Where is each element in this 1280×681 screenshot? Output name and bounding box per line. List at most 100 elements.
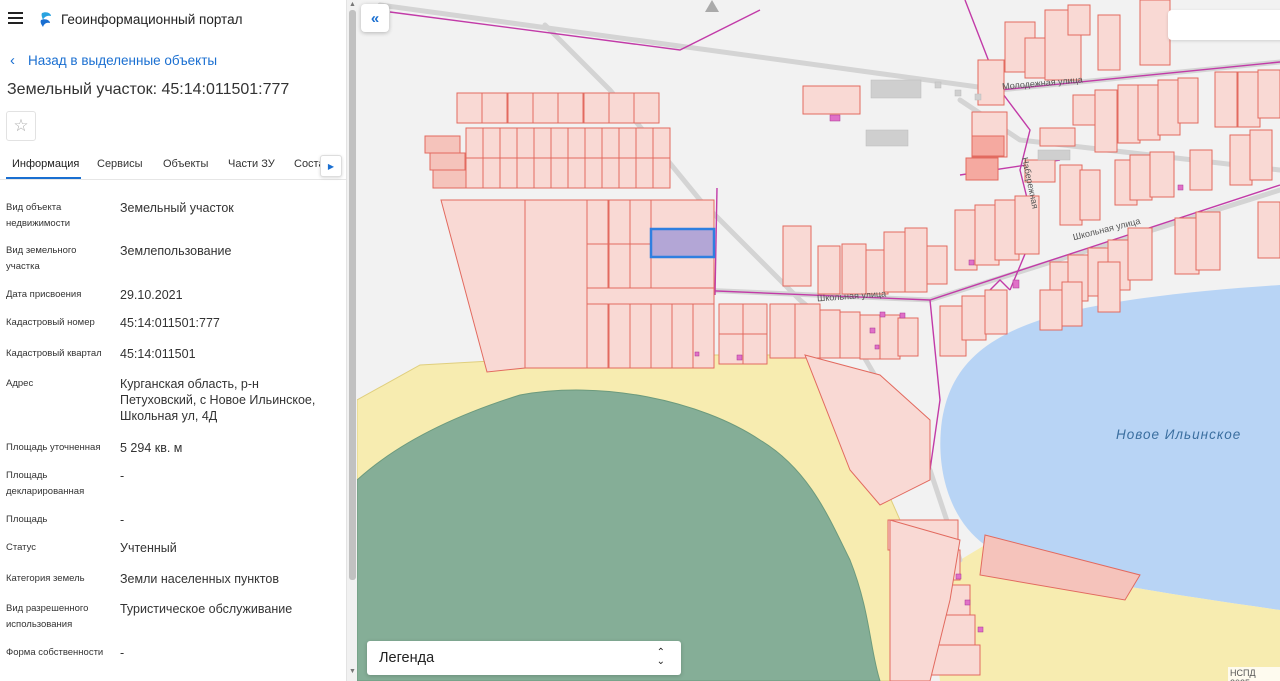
parcel[interactable] — [608, 243, 631, 289]
parcel[interactable] — [601, 157, 620, 189]
parcel[interactable] — [618, 157, 637, 189]
parcel[interactable] — [635, 157, 654, 189]
parcel[interactable] — [1257, 69, 1280, 119]
parcel[interactable] — [794, 303, 821, 359]
parcel[interactable] — [926, 245, 948, 285]
parcel[interactable] — [1157, 79, 1181, 136]
parcel[interactable] — [499, 157, 518, 189]
parcel[interactable] — [533, 157, 552, 189]
parcel[interactable] — [1127, 227, 1153, 281]
parcel[interactable] — [1097, 14, 1121, 71]
parcel[interactable] — [516, 127, 535, 159]
parcel[interactable] — [432, 169, 467, 189]
parcel[interactable] — [629, 303, 652, 369]
parcel[interactable] — [524, 199, 588, 369]
favorite-star-button[interactable]: ☆ — [6, 111, 36, 141]
parcel[interactable] — [652, 157, 671, 189]
menu-icon[interactable] — [8, 12, 23, 24]
parcel[interactable] — [1189, 149, 1213, 191]
parcel[interactable] — [584, 157, 603, 189]
parcel[interactable] — [1117, 84, 1141, 144]
parcel[interactable] — [841, 243, 867, 295]
parcel[interactable] — [671, 303, 694, 369]
parcel[interactable] — [1097, 261, 1121, 313]
parcel[interactable] — [608, 199, 631, 245]
parcel[interactable] — [977, 59, 1005, 106]
parcel[interactable] — [1229, 134, 1253, 186]
parcel[interactable] — [583, 92, 610, 124]
parcel[interactable] — [718, 303, 744, 335]
parcel[interactable] — [971, 135, 1005, 157]
parcel[interactable] — [1061, 281, 1083, 327]
parcel[interactable] — [584, 127, 603, 159]
parcel[interactable] — [1024, 37, 1048, 79]
tab-information[interactable]: Информация — [12, 158, 79, 170]
parcel[interactable] — [550, 157, 569, 189]
parcel[interactable] — [1059, 164, 1083, 226]
parcel[interactable] — [1039, 127, 1076, 147]
parcel[interactable] — [586, 243, 609, 289]
scrollbar-thumb[interactable] — [349, 10, 356, 580]
parcel[interactable] — [618, 127, 637, 159]
parcel[interactable] — [1072, 94, 1096, 126]
parcel[interactable] — [586, 287, 715, 305]
parcel[interactable] — [819, 309, 841, 359]
parcel[interactable] — [550, 127, 569, 159]
parcel[interactable] — [817, 245, 841, 295]
map-search-box[interactable] — [1168, 10, 1280, 40]
parcel[interactable] — [482, 127, 501, 159]
back-to-selection-link[interactable]: ‹ Назад в выделенные объекты — [10, 52, 217, 69]
parcel[interactable] — [608, 303, 631, 369]
parcel[interactable] — [465, 127, 484, 159]
tab-services[interactable]: Сервисы — [97, 158, 143, 170]
parcel[interactable] — [557, 92, 584, 124]
parcel[interactable] — [692, 303, 715, 369]
parcel[interactable] — [567, 157, 586, 189]
parcel[interactable] — [1177, 77, 1199, 124]
parcel[interactable] — [769, 303, 796, 359]
parcel[interactable] — [904, 227, 928, 293]
parcel[interactable] — [1257, 201, 1280, 259]
map-canvas[interactable]: Школьная улица Школьная улица Молодежная… — [357, 0, 1280, 681]
parcel[interactable] — [499, 127, 518, 159]
parcel[interactable] — [961, 295, 987, 341]
panel-scrollbar[interactable]: ▲ ▼ — [346, 0, 357, 681]
parcel[interactable] — [608, 92, 635, 124]
parcel[interactable] — [481, 92, 508, 124]
parcel[interactable] — [782, 225, 812, 287]
parcel[interactable] — [465, 157, 484, 189]
parcel[interactable] — [984, 289, 1008, 335]
parcel[interactable] — [1067, 4, 1091, 36]
scroll-up-icon[interactable]: ▲ — [349, 1, 356, 8]
parcel[interactable] — [567, 127, 586, 159]
parcel[interactable] — [839, 311, 861, 359]
parcel[interactable] — [1237, 71, 1261, 128]
parcel[interactable] — [429, 152, 466, 171]
parcel[interactable] — [635, 127, 654, 159]
parcel[interactable] — [1137, 84, 1161, 141]
parcel[interactable] — [1214, 71, 1238, 128]
parcel[interactable] — [1094, 89, 1118, 153]
scroll-down-icon[interactable]: ▼ — [349, 668, 356, 675]
parcel[interactable] — [601, 127, 620, 159]
tab-parcel-parts[interactable]: Части ЗУ — [228, 158, 275, 170]
parcel[interactable] — [897, 317, 919, 357]
parcel[interactable] — [650, 256, 715, 289]
parcel[interactable] — [1139, 0, 1171, 66]
parcel[interactable] — [532, 92, 559, 124]
parcel[interactable] — [1249, 129, 1273, 181]
parcel[interactable] — [652, 127, 671, 159]
parcel[interactable] — [742, 333, 768, 365]
parcel[interactable] — [1174, 217, 1200, 275]
parcel[interactable] — [482, 157, 501, 189]
parcel[interactable] — [650, 199, 715, 230]
parcel[interactable] — [629, 243, 652, 289]
parcel[interactable] — [650, 303, 673, 369]
parcel[interactable] — [507, 92, 534, 124]
parcel[interactable] — [633, 92, 660, 124]
parcel[interactable] — [879, 314, 901, 360]
collapse-panel-button[interactable]: « — [361, 4, 389, 32]
parcel[interactable] — [1149, 151, 1175, 198]
parcel[interactable] — [586, 199, 609, 245]
legend-dropdown[interactable]: Легенда ⌃ ⌄ — [367, 641, 681, 675]
